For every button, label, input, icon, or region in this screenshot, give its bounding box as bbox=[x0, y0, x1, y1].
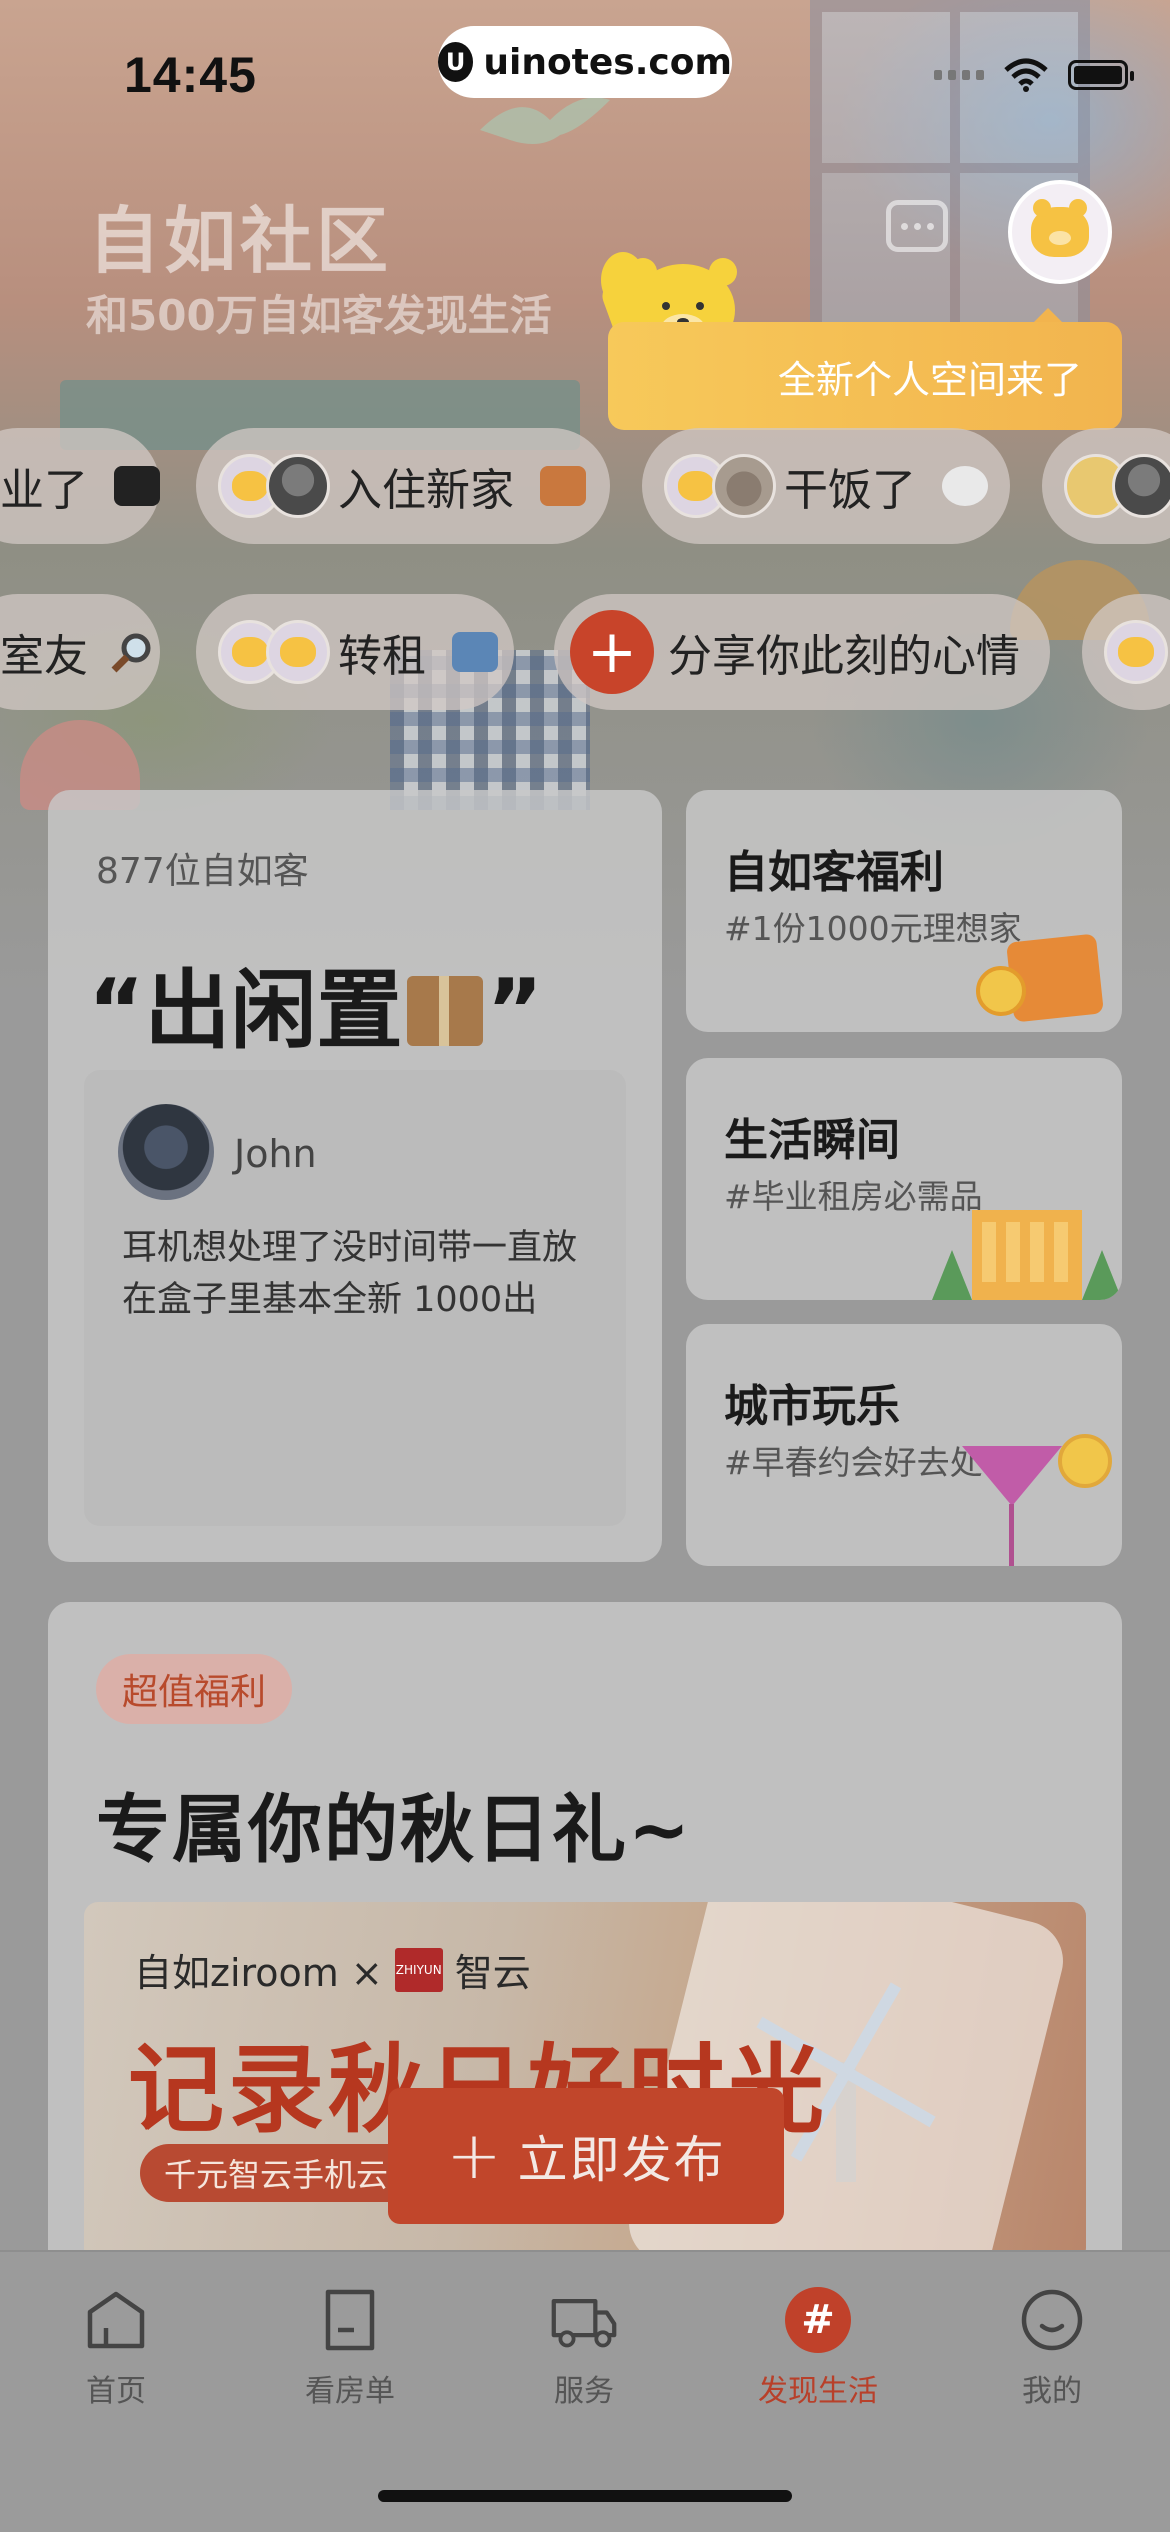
side-card-welfare[interactable]: 自如客福利 #1份1000元理想家 bbox=[686, 790, 1122, 1032]
topic-chip-more[interactable] bbox=[1042, 428, 1170, 544]
my-avatar[interactable] bbox=[1008, 180, 1112, 284]
tab-discover-life[interactable]: # 发现生活 bbox=[728, 2286, 908, 2410]
message-icon[interactable] bbox=[886, 200, 948, 252]
chip-label: 转租 bbox=[338, 631, 426, 682]
cellular-signal-icon bbox=[934, 70, 984, 80]
magnifier-icon bbox=[111, 633, 151, 673]
side-card-title: 生活瞬间 bbox=[724, 1115, 900, 1166]
page-title: 自如社区 bbox=[88, 199, 393, 283]
participant-count: 877位自如客 bbox=[96, 851, 309, 892]
plus-icon: + bbox=[446, 2117, 504, 2194]
side-card-city-fun[interactable]: 城市玩乐 #早春约会好去处 bbox=[686, 1324, 1122, 1566]
partner-brand-text: 智云 bbox=[454, 1951, 531, 1995]
publish-button[interactable]: + 立即发布 bbox=[388, 2088, 784, 2224]
home-icon bbox=[82, 2286, 150, 2354]
watermark: U uinotes.com bbox=[438, 26, 732, 98]
cocktail-illustration bbox=[922, 1434, 1122, 1566]
user-avatar bbox=[1112, 454, 1170, 518]
tab-label: 我的 bbox=[1022, 2374, 1082, 2409]
side-card-life-moment[interactable]: 生活瞬间 #毕业租房必需品 bbox=[686, 1058, 1122, 1300]
topic-chip-move-in[interactable]: 入住新家 bbox=[196, 428, 610, 544]
topic-title-close: ” bbox=[486, 961, 544, 1061]
post-text: 耳机想处理了没时间带一直放在盒子里基本全新 1000出 bbox=[122, 1228, 578, 1320]
tab-label: 首页 bbox=[86, 2374, 146, 2409]
coupon-illustration bbox=[922, 922, 1122, 1032]
promo-badge: 超值福利 bbox=[96, 1654, 293, 1724]
user-avatar bbox=[712, 454, 776, 518]
post-author: John bbox=[234, 1132, 317, 1176]
chip-label: 分享你此刻的心情 bbox=[668, 631, 1020, 682]
publish-button-label: 立即发布 bbox=[517, 2131, 726, 2189]
user-avatar bbox=[1104, 620, 1168, 684]
repeat-icon bbox=[452, 632, 498, 672]
tab-label: 服务 bbox=[554, 2374, 614, 2409]
chip-label: 室友 bbox=[0, 631, 88, 682]
post-preview[interactable]: John 耳机想处理了没时间带一直放在盒子里基本全新 1000出 bbox=[84, 1070, 626, 1526]
new-space-tooltip[interactable]: 全新个人空间来了 bbox=[608, 308, 1122, 430]
tab-service[interactable]: 服务 bbox=[494, 2286, 674, 2410]
topic-title: “出闲置 ” bbox=[88, 940, 543, 1065]
graduation-cap-icon bbox=[114, 466, 160, 506]
share-mood-chip[interactable]: + 分享你此刻的心情 bbox=[554, 594, 1050, 710]
featured-topic-card[interactable]: 877位自如客 “出闲置 ” John 耳机想处理了没时间带一直放在盒子里基本全新… bbox=[48, 790, 662, 1562]
chip-label: 业了 bbox=[0, 465, 88, 516]
hash-icon: # bbox=[785, 2287, 851, 2353]
topic-chip-graduation[interactable]: 业了 bbox=[0, 428, 160, 544]
side-card-title: 自如客福利 bbox=[724, 847, 944, 898]
topic-chip-sublet[interactable]: 转租 bbox=[196, 594, 514, 710]
watermark-text: uinotes.com bbox=[483, 41, 732, 83]
battery-icon bbox=[1068, 60, 1134, 90]
avatar[interactable] bbox=[118, 1104, 214, 1200]
truck-icon bbox=[550, 2286, 618, 2354]
status-time: 14:45 bbox=[124, 47, 257, 103]
smile-icon bbox=[1018, 2286, 1086, 2354]
user-avatar bbox=[266, 620, 330, 684]
topic-title-text: “出闲置 bbox=[88, 961, 403, 1061]
home-indicator bbox=[378, 2490, 792, 2502]
rice-bowl-icon bbox=[942, 466, 988, 506]
tab-label: 发现生活 bbox=[758, 2374, 878, 2409]
user-avatar bbox=[266, 454, 330, 518]
status-indicators bbox=[934, 58, 1134, 92]
window-illustration bbox=[810, 0, 1090, 360]
tab-mine[interactable]: 我的 bbox=[962, 2286, 1142, 2410]
ziroom-bear-icon bbox=[1031, 199, 1089, 257]
building-illustration bbox=[922, 1190, 1122, 1300]
wifi-icon bbox=[1004, 58, 1048, 92]
side-card-title: 城市玩乐 bbox=[724, 1381, 900, 1432]
promo-title: 专属你的秋日礼~ bbox=[96, 1787, 693, 1873]
page-subtitle: 和500万自如客发现生活 bbox=[86, 291, 552, 340]
uinotes-logo-icon: U bbox=[438, 42, 474, 82]
tab-home[interactable]: 首页 bbox=[26, 2286, 206, 2410]
topic-chip-eat[interactable]: 干饭了 bbox=[642, 428, 1010, 544]
house-icon bbox=[540, 466, 586, 506]
banner-brand: 自如ziroom × ZHIYUN 智云 bbox=[134, 1942, 531, 1997]
document-icon bbox=[316, 2286, 384, 2354]
topic-chip-roommate[interactable]: 室友 bbox=[0, 594, 160, 710]
chip-label: 入住新家 bbox=[338, 465, 514, 516]
tab-label: 看房单 bbox=[305, 2374, 395, 2409]
zhiyun-logo-icon: ZHIYUN bbox=[394, 1947, 443, 1992]
chip-label: 干饭了 bbox=[784, 465, 916, 516]
tab-viewing-list[interactable]: 看房单 bbox=[260, 2286, 440, 2410]
ziroom-brand-text: 自如ziroom × bbox=[134, 1951, 383, 1995]
plus-icon: + bbox=[570, 610, 654, 694]
package-icon bbox=[406, 976, 483, 1046]
